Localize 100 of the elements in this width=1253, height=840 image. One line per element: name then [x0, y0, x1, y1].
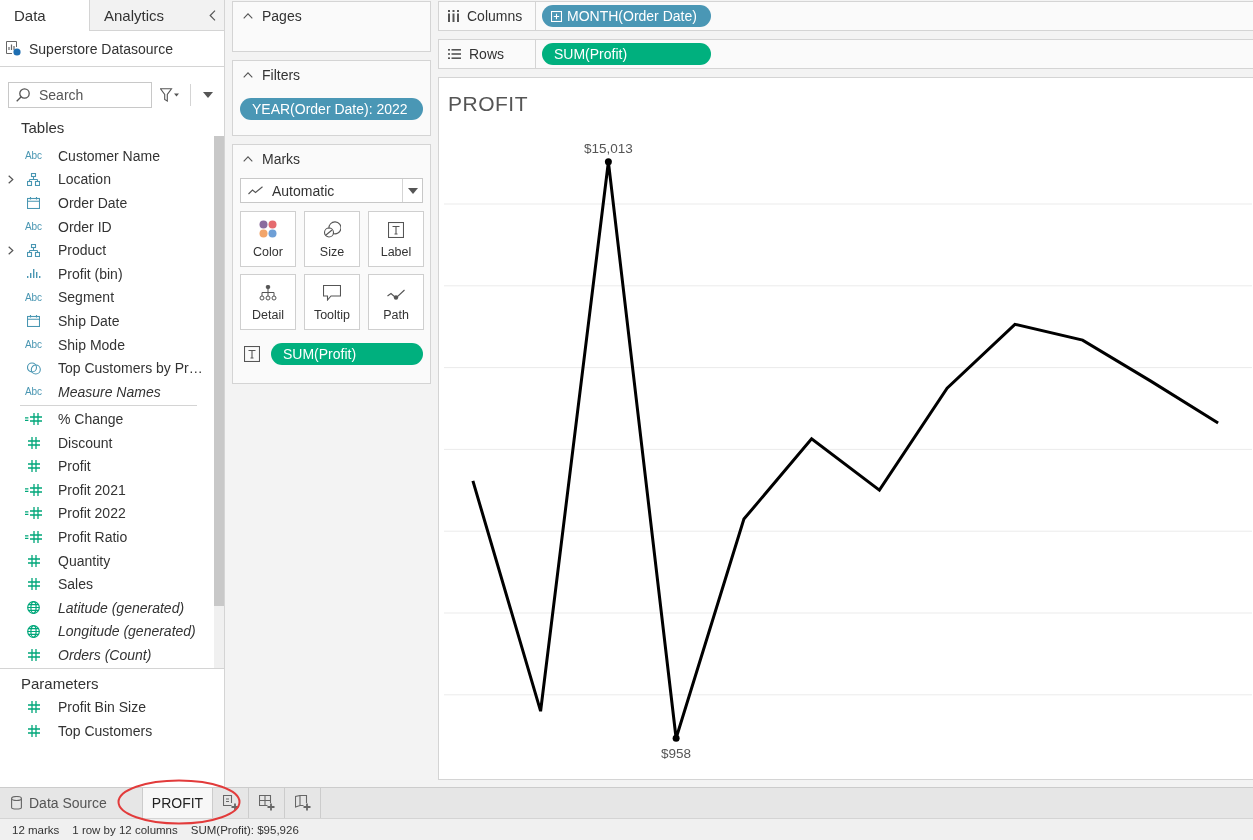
field-name[interactable]: Profit (bin) [58, 265, 123, 282]
type-abbreviation: Abc [24, 150, 43, 162]
calculated-hash-icon [25, 531, 42, 544]
card-title: Marks [262, 151, 301, 167]
filter-icon[interactable] [160, 88, 180, 102]
collapse-icon[interactable] [209, 9, 216, 21]
hash-icon [27, 460, 40, 473]
field-name[interactable]: Profit Ratio [58, 529, 128, 546]
globe-icon [27, 601, 40, 615]
histogram-icon [26, 269, 41, 279]
label-button[interactable]: Label [368, 211, 424, 267]
overlapping-circles-icon [26, 361, 41, 375]
field-name[interactable]: Order Date [58, 195, 128, 211]
data-label: $958 [661, 746, 692, 762]
field-name[interactable]: Longitude (generated) [58, 623, 196, 640]
field-name[interactable]: Latitude (generated) [58, 599, 185, 616]
datasource-icon [6, 41, 21, 56]
field-name[interactable]: Profit 2022 [58, 505, 126, 522]
field-name[interactable]: Profit 2021 [58, 481, 126, 498]
globe-icon [27, 624, 40, 638]
card-title: Pages [262, 8, 302, 24]
field-name[interactable]: Order ID [58, 218, 112, 235]
status-text: 12 marks [12, 823, 60, 836]
shelf-label: Rows [469, 46, 504, 62]
calculated-hash-icon [25, 413, 42, 426]
detail-button[interactable]: Detail [240, 274, 296, 330]
hierarchy-dots-icon [259, 285, 277, 301]
hash-icon [27, 436, 40, 449]
chevron-up-icon[interactable] [243, 72, 253, 78]
data-label: $15,013 [583, 140, 633, 156]
search-icon [16, 88, 30, 102]
field-name[interactable]: Quantity [58, 552, 111, 569]
speech-bubble-icon [323, 285, 341, 301]
section-heading: Tables [20, 118, 66, 136]
dropdown-caret-icon[interactable] [407, 187, 418, 194]
database-icon [11, 796, 22, 810]
field-name[interactable]: Location [58, 171, 111, 188]
field-name[interactable]: Orders (Count) [58, 647, 152, 664]
new-dashboard-icon [258, 795, 275, 811]
chevron-up-icon[interactable] [243, 156, 253, 162]
calculated-hash-icon [25, 483, 42, 496]
field-name[interactable]: Profit [58, 458, 91, 475]
mark-type-dropdown[interactable]: Automatic [240, 178, 423, 203]
field-name[interactable]: Top Customers [58, 723, 153, 739]
search-field[interactable]: Search [8, 82, 152, 108]
hash-icon [27, 649, 40, 662]
color-button[interactable]: Color [240, 211, 296, 267]
hierarchy-icon [27, 243, 40, 257]
hash-icon [27, 578, 40, 591]
panel-tab[interactable]: Analytics [89, 0, 178, 31]
hash-icon [27, 701, 40, 713]
chevron-up-icon[interactable] [243, 13, 253, 19]
field-name[interactable]: Ship Mode [58, 336, 125, 353]
section-heading: Parameters [20, 674, 100, 694]
line-chart-icon [248, 186, 263, 195]
field-name[interactable]: Product [58, 242, 107, 259]
field-name[interactable]: Discount [58, 434, 113, 451]
field-name[interactable]: Segment [58, 289, 115, 306]
color-dots-icon [259, 220, 277, 238]
path-line-icon [387, 289, 405, 301]
new-story-icon [294, 795, 311, 811]
type-abbreviation: Abc [24, 386, 43, 398]
type-abbreviation: Abc [24, 339, 43, 351]
shelf-label: Columns [467, 8, 523, 24]
hash-icon [27, 554, 40, 567]
hierarchy-icon [27, 172, 40, 186]
calendar-icon [27, 197, 40, 209]
card-title: Filters [262, 67, 301, 83]
tooltip-button[interactable]: Tooltip [304, 274, 360, 330]
field-name[interactable]: % Change [58, 411, 124, 428]
size-button[interactable]: Size [304, 211, 360, 267]
path-button[interactable]: Path [368, 274, 424, 330]
hash-icon [27, 725, 40, 737]
datasource-name[interactable]: Superstore Datasource [29, 40, 173, 57]
status-text: SUM(Profit): $95,926 [190, 823, 299, 836]
rows-icon [448, 49, 461, 59]
data-point-marker [672, 734, 680, 742]
calculated-hash-icon [25, 507, 42, 520]
chart-title: PROFIT [448, 94, 528, 114]
field-name[interactable]: Sales [58, 576, 94, 593]
data-source-tab[interactable]: Data Source [0, 788, 111, 818]
plus-box-icon[interactable] [551, 10, 562, 22]
dropdown-caret-icon[interactable] [203, 92, 213, 98]
columns-icon [448, 10, 459, 22]
field-name[interactable]: Ship Date [58, 312, 120, 329]
type-abbreviation: Abc [24, 291, 43, 303]
text-box-icon [388, 222, 404, 238]
field-name[interactable]: Top Customers by Pr… [58, 360, 203, 377]
text-box-icon [244, 346, 260, 362]
field-name[interactable]: Profit Bin Size [58, 699, 146, 715]
new-worksheet-icon [222, 795, 239, 811]
chevron-right-icon[interactable] [8, 245, 14, 255]
calendar-icon [27, 314, 40, 327]
field-name[interactable]: Measure Names [58, 383, 161, 400]
status-text: 1 row by 12 columns [72, 823, 178, 836]
type-abbreviation: Abc [24, 221, 43, 233]
chevron-right-icon[interactable] [8, 174, 14, 184]
size-circles-icon [323, 220, 341, 238]
field-name[interactable]: Customer Name [58, 147, 160, 164]
data-point-marker [604, 158, 612, 166]
